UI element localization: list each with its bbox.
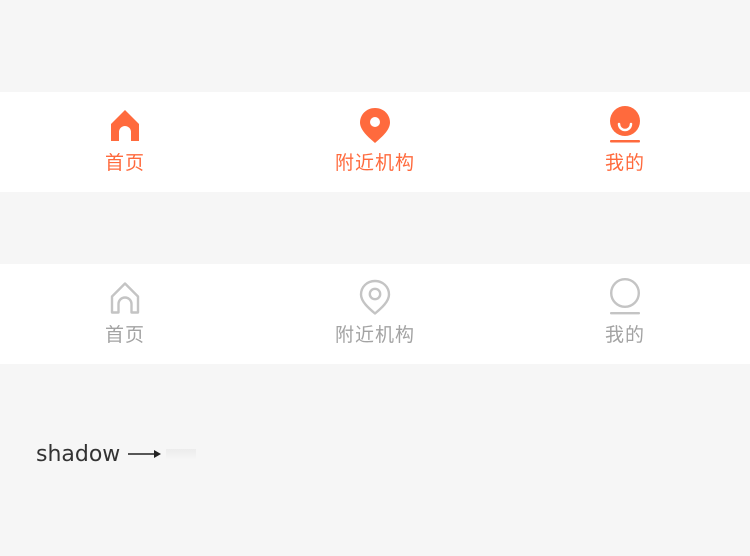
user-icon [609, 277, 641, 315]
location-pin-icon [359, 279, 391, 315]
tab-home[interactable]: 首页 [0, 264, 250, 364]
tab-bar-active: 首页 附近机构 我的 [0, 92, 750, 192]
tab-home[interactable]: 首页 [0, 92, 250, 192]
tab-nearby[interactable]: 附近机构 [250, 92, 500, 192]
tab-mine[interactable]: 我的 [500, 92, 750, 192]
tab-mine[interactable]: 我的 [500, 264, 750, 364]
shadow-label: shadow [36, 441, 121, 467]
tab-label-home: 首页 [104, 324, 145, 346]
tab-label-mine: 我的 [604, 324, 645, 346]
tab-label-mine: 我的 [604, 152, 645, 174]
shadow-annotation: shadow [36, 438, 197, 470]
tab-bar-inactive: 首页 附近机构 我的 [0, 264, 750, 364]
location-pin-icon [360, 108, 390, 143]
tab-label-nearby: 附近机构 [334, 152, 415, 174]
home-icon [110, 282, 140, 314]
user-icon [610, 106, 640, 143]
tab-label-nearby: 附近机构 [334, 324, 415, 346]
tab-nearby[interactable]: 附近机构 [250, 264, 500, 364]
arrow-right-icon [128, 450, 162, 458]
shadow-swatch [166, 449, 197, 459]
home-icon [111, 110, 139, 141]
tab-label-home: 首页 [104, 152, 145, 174]
